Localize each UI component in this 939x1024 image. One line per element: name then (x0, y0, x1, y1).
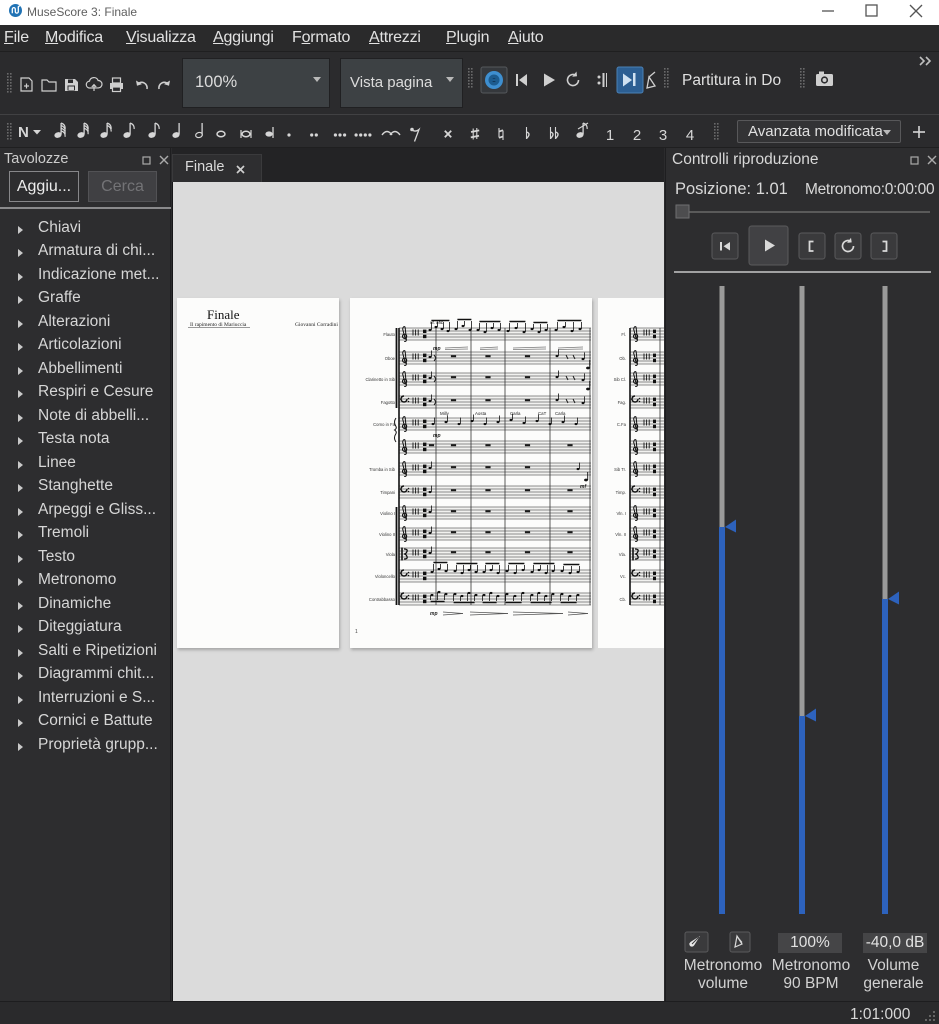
svg-text:4: 4 (686, 127, 694, 144)
svg-text:Vla.: Vla. (619, 552, 626, 557)
svg-text:Milly: Milly (440, 411, 450, 416)
svg-text:1: 1 (606, 127, 614, 144)
svg-text:Vln. I: Vln. I (616, 511, 626, 516)
svg-text:Carla: Carla (555, 411, 566, 416)
svg-text:Tromba in Sib: Tromba in Sib (369, 467, 396, 472)
svg-text:mp: mp (433, 433, 441, 439)
svg-text:3: 3 (659, 127, 667, 144)
svg-text:Sib Cl.: Sib Cl. (614, 377, 626, 382)
svg-text:Aosta: Aosta (475, 411, 487, 416)
svg-text:N: N (18, 124, 29, 141)
svg-text:Carla: Carla (510, 411, 521, 416)
svg-text:Violoncello: Violoncello (375, 574, 396, 579)
svg-text:Viola: Viola (386, 552, 396, 557)
svg-text:mp: mp (430, 611, 438, 617)
svg-text:rit. Mib: rit. Mib (430, 320, 444, 325)
svg-text:Fag.: Fag. (618, 400, 626, 405)
svg-text:Violino I: Violino I (380, 511, 395, 516)
svg-text:Ob.: Ob. (619, 356, 626, 361)
svg-text:Contrabbasso: Contrabbasso (369, 597, 396, 602)
svg-text:Corno in Fa: Corno in Fa (373, 422, 396, 427)
svg-text:Vc.: Vc. (620, 574, 626, 579)
svg-text:Sib Tr.: Sib Tr. (614, 467, 626, 472)
svg-text:Oboe: Oboe (385, 356, 396, 361)
svg-text:1: 1 (355, 629, 358, 635)
svg-text:mp: mp (433, 346, 441, 352)
svg-text:Clarinetto in Sib: Clarinetto in Sib (365, 377, 395, 382)
svg-text:Cb.: Cb. (619, 597, 626, 602)
svg-text:2: 2 (633, 127, 641, 144)
svg-text:CaT: CaT (538, 411, 547, 416)
svg-text:Flauto: Flauto (383, 332, 395, 337)
svg-text:C.Fa: C.Fa (617, 422, 627, 427)
svg-text:Vln. II: Vln. II (615, 532, 626, 537)
svg-text:Fl.: Fl. (621, 332, 626, 337)
svg-text:Fagotto: Fagotto (381, 400, 396, 405)
svg-text:Timpani: Timpani (380, 490, 395, 495)
svg-text:Violino II: Violino II (379, 532, 395, 537)
svg-text:Timp.: Timp. (616, 490, 626, 495)
